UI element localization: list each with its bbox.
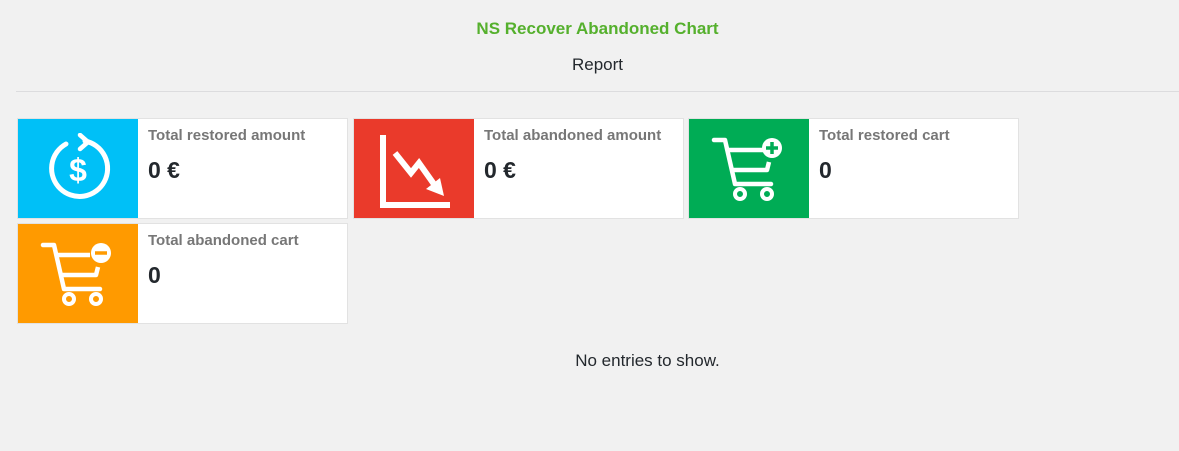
page-title: NS Recover Abandoned Chart [476, 19, 719, 38]
report-page: NS Recover Abandoned Chart Report $ Tota… [0, 0, 1179, 451]
stat-value: 0 [819, 157, 832, 183]
stat-value: 0 [148, 262, 161, 288]
stat-card-abandoned-amount: Total abandoned amount 0 € [353, 118, 684, 219]
restore-dollar-icon: $ [49, 132, 111, 199]
page-subtitle: Report [571, 55, 624, 74]
stat-icon-box [18, 224, 138, 323]
stat-label: Total abandoned cart [148, 232, 299, 249]
stat-card-abandoned-cart: Total abandoned cart 0 [17, 223, 348, 324]
stat-icon-box: $ [18, 119, 138, 218]
stat-icon-box [354, 119, 474, 218]
report-header: NS Recover Abandoned Chart Report [16, 0, 1179, 92]
stat-label: Total restored amount [148, 127, 306, 144]
cart-minus-icon [40, 242, 111, 306]
svg-text:$: $ [69, 152, 87, 188]
cart-plus-icon [711, 137, 782, 201]
stat-card-restored-cart: Total restored cart 0 [688, 118, 1019, 219]
stat-label: Total abandoned amount [484, 127, 662, 144]
empty-table-message: No entries to show. [16, 351, 1179, 371]
stat-card-restored-amount: $ Total restored amount 0 € [17, 118, 348, 219]
empty-table-message-text: No entries to show. [575, 351, 720, 370]
stat-label: Total restored cart [819, 127, 950, 144]
stat-value: 0 € [484, 157, 516, 183]
trend-down-chart-icon [380, 134, 450, 208]
stat-value: 0 € [148, 157, 180, 183]
stat-icon-box [689, 119, 809, 218]
